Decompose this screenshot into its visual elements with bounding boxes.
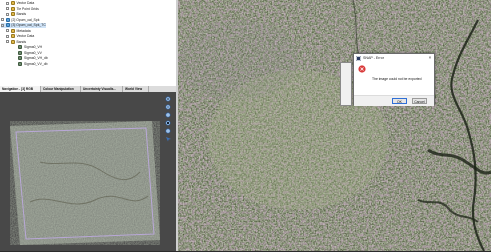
dialog-title: SNAP - Error (363, 55, 384, 60)
tree-item-band[interactable]: Sigma0_VV_db (18, 62, 48, 67)
folder-icon (10, 34, 15, 39)
tree-item-product-2[interactable]: [2] Opum_cal_Spk (1, 18, 39, 23)
dialog-title-bar[interactable]: SNAP - Error × (354, 54, 434, 62)
error-icon (358, 65, 366, 73)
collapse-icon[interactable] (6, 40, 9, 44)
tree-item-band[interactable]: Sigma0_VH (18, 45, 42, 50)
zoom-out-icon[interactable] (165, 104, 172, 110)
folder-icon (10, 1, 15, 6)
tree-item-band[interactable]: Sigma0_VV (18, 51, 42, 56)
tree-item-vector-data[interactable]: Vector Data (6, 1, 34, 6)
folder-icon (10, 39, 15, 44)
tree-item-label: [2] Opum_cal_Spk (11, 17, 40, 22)
folder-icon (10, 6, 15, 11)
sync-views-icon[interactable] (165, 128, 172, 134)
sar-image (178, 0, 491, 251)
folder-icon (10, 12, 15, 17)
tree-item-vector-data-2[interactable]: Vector Data (6, 34, 34, 39)
error-message: The image could not be exported (372, 77, 422, 81)
tree-item-label: Sigma0_VV (24, 50, 42, 55)
tree-item-label: Tie Point Grids (16, 6, 39, 11)
expand-icon[interactable] (6, 7, 9, 11)
expand-icon[interactable] (6, 1, 9, 5)
tree-item-label: Sigma0_VH (24, 45, 43, 49)
background-dialog (340, 62, 352, 106)
tree-item-label: Bands (16, 39, 27, 44)
expand-icon[interactable] (1, 18, 4, 22)
product-icon (5, 17, 10, 22)
tree-item-bands[interactable]: Bands (6, 12, 26, 17)
sync-cursor-icon[interactable] (165, 136, 172, 142)
product-explorer-tree: Vector Data Tie Point Grids Bands [2] Op… (0, 0, 176, 86)
product-icon (5, 23, 10, 28)
overview-thumbnail[interactable] (0, 92, 176, 251)
tree-item-label: Metadata (16, 28, 31, 33)
tree-item-label: [3] Opum_cal_Spk_TC (11, 23, 46, 27)
band-icon (18, 45, 22, 50)
band-icon (18, 56, 22, 61)
tree-item-label: Sigma0_VH_db (24, 56, 48, 60)
tree-item-label: Sigma0_VV_db (24, 61, 48, 66)
tree-item-label: Bands (16, 12, 27, 16)
expand-icon[interactable] (6, 12, 9, 16)
navigation-panel (0, 92, 176, 251)
folder-icon (10, 28, 15, 33)
error-dialog: SNAP - Error × The image could not be ex… (353, 53, 435, 106)
tree-item-metadata[interactable]: Metadata (6, 29, 31, 34)
tree-item-band[interactable]: Sigma0_VH_db (18, 56, 48, 61)
navigation-toolbar (164, 96, 174, 156)
zoom-in-icon[interactable] (165, 96, 172, 102)
tree-item-tie-point-grids[interactable]: Tie Point Grids (6, 7, 39, 12)
tree-item-label: Vector Data (16, 34, 35, 38)
tree-item-product-3[interactable]: [3] Opum_cal_Spk_TC (1, 23, 46, 28)
close-button[interactable]: × (427, 55, 433, 61)
app-logo-icon (356, 55, 361, 61)
tree-item-label: Vector Data (16, 1, 35, 5)
tree-item-bands-2[interactable]: Bands (6, 40, 26, 45)
zoom-all-icon[interactable] (165, 120, 172, 126)
band-icon (18, 50, 22, 55)
cancel-button[interactable]: Cancel (412, 98, 427, 104)
band-icon (18, 61, 22, 66)
expand-icon[interactable] (6, 34, 9, 38)
dialog-body: The image could not be exported (354, 62, 434, 95)
zoom-actual-icon[interactable] (165, 112, 172, 118)
expand-icon[interactable] (1, 23, 4, 27)
ok-button[interactable]: OK (392, 98, 407, 104)
image-view[interactable] (178, 0, 491, 251)
dialog-footer: OK Cancel (354, 95, 434, 106)
expand-icon[interactable] (6, 29, 9, 33)
